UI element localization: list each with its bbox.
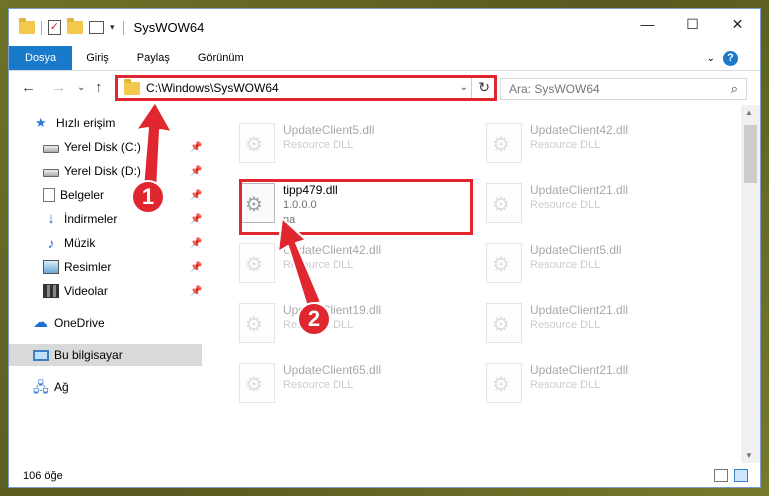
annotation-arrows	[135, 101, 322, 307]
arrow-1	[135, 101, 173, 191]
step-1-badge: 1	[131, 180, 165, 214]
step-2-badge: 2	[297, 302, 331, 336]
arrow-2	[277, 217, 322, 307]
